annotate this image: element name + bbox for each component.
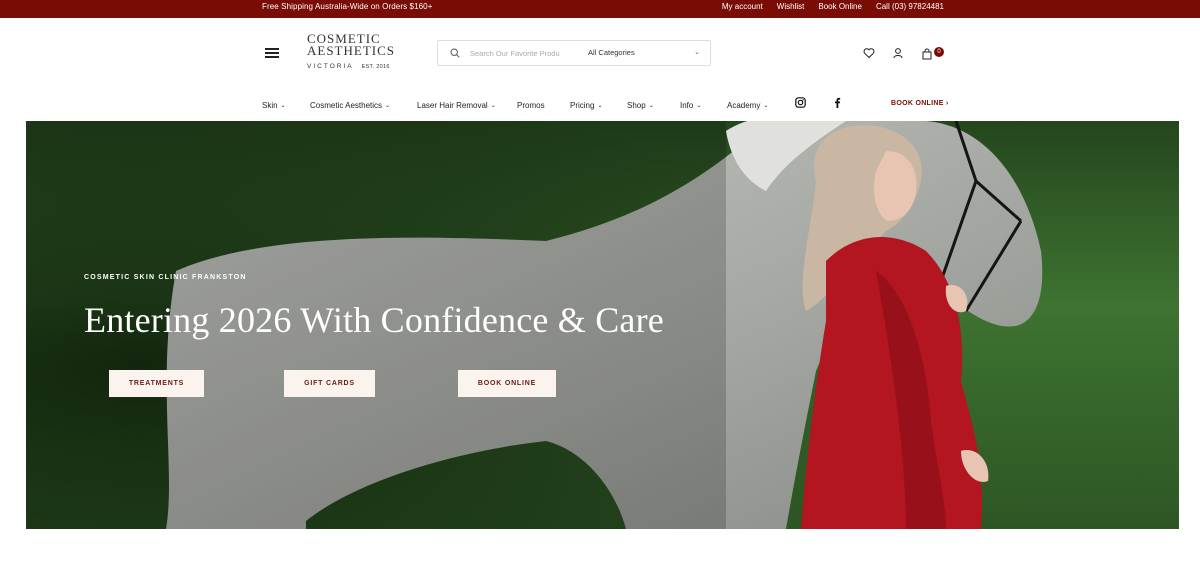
book-online-button[interactable]: BOOK ONLINE (458, 370, 556, 397)
top-bar: Free Shipping Australia-Wide on Orders $… (0, 0, 1200, 18)
my-account-link[interactable]: My account (722, 2, 763, 11)
nav-label: Info (680, 101, 694, 110)
nav-label: Pricing (570, 101, 595, 110)
heart-icon[interactable] (863, 47, 875, 59)
search-input[interactable] (470, 48, 566, 58)
nav-label: Shop (627, 101, 646, 110)
shipping-promo: Free Shipping Australia-Wide on Orders $… (262, 2, 433, 11)
nav-label: Cosmetic Aesthetics (310, 101, 383, 110)
logo[interactable]: COSMETIC AESTHETICS VICTORIA EST. 2016 (307, 32, 407, 70)
search-bar: All Categories ⌄ (437, 40, 711, 66)
nav-item-laser-hair-removal[interactable]: Laser Hair Removal ⌄ (417, 101, 496, 110)
logo-est: EST. 2016 (361, 63, 390, 70)
nav-item-info[interactable]: Info ⌄ (680, 101, 701, 110)
nav-label: Promos (517, 101, 545, 110)
nav-item-pricing[interactable]: Pricing ⌄ (570, 101, 602, 110)
hero-headline: Entering 2026 With Confidence & Care (84, 300, 664, 340)
nav-item-shop[interactable]: Shop ⌄ (627, 101, 654, 110)
chevron-down-icon: ⌄ (696, 103, 702, 109)
instagram-icon[interactable] (795, 97, 806, 108)
chevron-down-icon[interactable]: ⌄ (694, 48, 700, 56)
nav-item-promos[interactable]: Promos (517, 101, 545, 110)
hero-eyebrow: COSMETIC SKIN CLINIC FRANKSTON (84, 274, 247, 281)
hero-banner: COSMETIC SKIN CLINIC FRANKSTON Entering … (26, 121, 1179, 529)
nav-label: Academy (727, 101, 761, 110)
cart-icon (922, 48, 932, 60)
main-nav: Skin ⌄ Cosmetic Aesthetics ⌄ Laser Hair Re… (0, 96, 1200, 116)
treatments-button[interactable]: TREATMENTS (109, 370, 204, 397)
nav-item-cosmetic-aesthetics[interactable]: Cosmetic Aesthetics ⌄ (310, 101, 390, 110)
wishlist-link[interactable]: Wishlist (777, 2, 805, 11)
call-link[interactable]: Call (03) 97824481 (876, 2, 944, 11)
menu-icon[interactable] (265, 48, 279, 58)
nav-item-skin[interactable]: Skin ⌄ (262, 101, 286, 110)
nav-label: Laser Hair Removal (417, 101, 488, 110)
search-icon[interactable] (450, 48, 460, 58)
book-online-link[interactable]: Book Online (818, 2, 862, 11)
chevron-down-icon: ⌄ (597, 103, 603, 109)
nav-item-academy[interactable]: Academy ⌄ (727, 101, 768, 110)
chevron-down-icon: ⌄ (280, 103, 286, 109)
chevron-down-icon: ⌄ (490, 103, 496, 109)
logo-line-2: AESTHETICS (307, 43, 395, 58)
site-header: COSMETIC AESTHETICS VICTORIA EST. 2016 A… (0, 18, 1200, 88)
gift-cards-button[interactable]: GIFT CARDS (284, 370, 375, 397)
category-select[interactable]: All Categories (588, 48, 635, 57)
chevron-down-icon: ⌄ (385, 103, 391, 109)
logo-line-3: VICTORIA EST. 2016 (307, 63, 407, 70)
logo-victoria: VICTORIA (307, 63, 354, 70)
user-icon[interactable] (892, 47, 904, 59)
nav-label: Skin (262, 101, 278, 110)
top-links: My account Wishlist Book Online Call (03… (722, 2, 944, 11)
facebook-icon[interactable] (832, 97, 843, 108)
chevron-down-icon: ⌄ (763, 103, 769, 109)
cart-button[interactable]: 0 (921, 47, 944, 60)
cart-count-badge: 0 (934, 47, 944, 57)
header-icons: 0 (863, 47, 944, 60)
chevron-down-icon: ⌄ (648, 103, 654, 109)
nav-book-online-link[interactable]: BOOK ONLINE › (891, 100, 949, 107)
